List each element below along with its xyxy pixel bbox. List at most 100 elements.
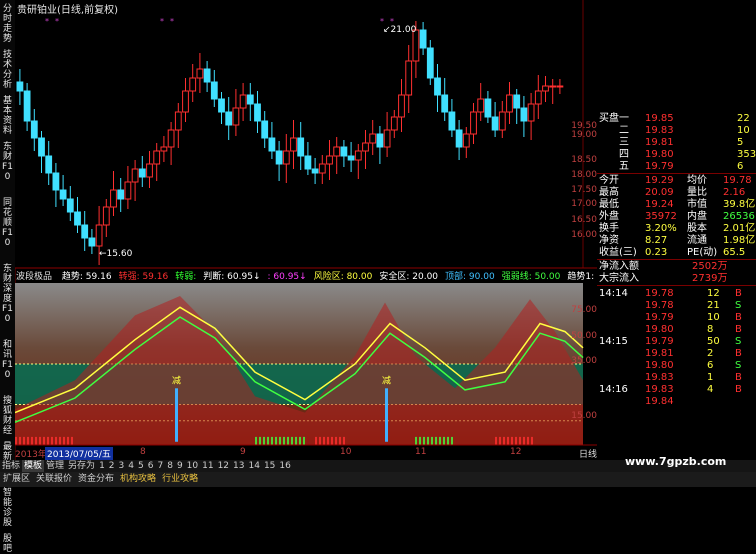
tab-5[interactable]: 1 xyxy=(97,460,107,472)
left-tab-1[interactable]: 分时走势 xyxy=(1,4,14,44)
tab-11[interactable]: 7 xyxy=(155,460,165,472)
stat-label: 外盘 xyxy=(599,211,619,222)
bottom-tab-2[interactable]: 关联报价 xyxy=(33,472,75,487)
left-tab-4[interactable]: 东财F10 xyxy=(1,142,14,182)
tick-price: 19.78 xyxy=(645,288,674,299)
tab-12[interactable]: 8 xyxy=(165,460,175,472)
volume-stick xyxy=(291,436,293,445)
tab-8[interactable]: 4 xyxy=(126,460,136,472)
indicator-chart: 减 减 75.00 50.00 35.00 15.00 xyxy=(15,283,597,446)
stat-value: 65.5 xyxy=(723,247,746,258)
quote-row: 收益(三) 0.23 PE(动) 65.5 xyxy=(597,247,756,259)
volume-stick xyxy=(447,436,449,445)
volume-stick xyxy=(319,436,321,445)
quote-row: 14:16 19.83 4 B xyxy=(597,384,756,396)
tab-19[interactable]: 15 xyxy=(262,460,277,472)
indicator-value-3: 转弱: xyxy=(175,272,197,282)
tab-4[interactable]: 另存为 xyxy=(66,460,97,472)
indicator-value-1: 趋势: 59.16 xyxy=(61,272,112,282)
month-label: 11 xyxy=(415,447,427,457)
date-axis: 2013年 2013/07/05/五 日线 8 9 10 11 12 xyxy=(15,447,597,460)
left-tab-2[interactable]: 技术分析 xyxy=(1,50,14,90)
candle-body xyxy=(117,189,125,200)
event-marker: * xyxy=(380,17,384,26)
volume-stick xyxy=(495,436,497,445)
left-tab-5[interactable]: 同花顺F10 xyxy=(1,198,14,248)
volume-stick xyxy=(283,436,285,445)
indicator-name[interactable]: 波段极品 xyxy=(16,272,52,282)
quote-row: 今开 19.29 均价 19.78 xyxy=(597,175,756,187)
tab-13[interactable]: 9 xyxy=(175,460,185,472)
tab-17[interactable]: 13 xyxy=(231,460,246,472)
bottom-tab-1[interactable]: 扩展区 xyxy=(0,472,33,487)
candle-body xyxy=(88,237,96,247)
tick-price: 19.83 xyxy=(645,384,674,395)
quote-row: 净资 8.27 流通 1.98亿 xyxy=(597,235,756,247)
signal-label: 减 xyxy=(382,374,391,386)
tab-2[interactable]: 模板 xyxy=(22,460,45,472)
tab-15[interactable]: 11 xyxy=(200,460,215,472)
tick-time: 14:14 xyxy=(599,288,628,299)
volume-stick xyxy=(299,436,301,445)
candle-body xyxy=(405,60,413,96)
tab-18[interactable]: 14 xyxy=(246,460,261,472)
bottom-tab-5[interactable]: 行业攻略 xyxy=(159,472,201,487)
month-label: 8 xyxy=(140,447,146,457)
bottom-tab-4[interactable]: 机构攻略 xyxy=(117,472,159,487)
candle-body xyxy=(462,133,470,148)
tab-10[interactable]: 6 xyxy=(146,460,156,472)
price-tick: 17.50 xyxy=(571,185,597,195)
bottom-tab-3[interactable]: 资金分布 xyxy=(75,472,117,487)
tab-16[interactable]: 12 xyxy=(216,460,231,472)
left-tab-10[interactable]: 智能诊股 xyxy=(1,488,14,528)
candle-body xyxy=(470,111,477,135)
tick-price: 19.79 xyxy=(645,312,674,323)
candle-body xyxy=(520,107,528,122)
tab-6[interactable]: 2 xyxy=(107,460,117,472)
candle-body xyxy=(196,68,204,79)
separator xyxy=(597,259,756,260)
volume-stick xyxy=(335,436,337,445)
tick-time: 14:15 xyxy=(599,336,628,347)
tab-7[interactable]: 3 xyxy=(117,460,127,472)
candle-body xyxy=(66,198,74,213)
tab-14[interactable]: 10 xyxy=(185,460,200,472)
candle-body xyxy=(275,150,283,165)
left-tab-3[interactable]: 基本资料 xyxy=(1,96,14,136)
separator xyxy=(597,173,756,174)
volume-stick xyxy=(415,436,417,445)
left-tab-11[interactable]: 股吧 xyxy=(1,534,14,554)
tick-price: 19.81 xyxy=(645,348,674,359)
indicator-value-8: 顶部: 90.00 xyxy=(445,272,495,282)
volume-stick xyxy=(327,436,329,445)
candle-body xyxy=(506,94,513,113)
tab-9[interactable]: 5 xyxy=(136,460,146,472)
candle-body xyxy=(282,150,290,165)
volume-stick xyxy=(263,436,265,445)
candle-body xyxy=(210,81,218,100)
left-tab-8[interactable]: 搜狐财经 xyxy=(1,396,14,436)
stat-label: 均价 xyxy=(687,175,707,186)
stat-label: 换手 xyxy=(599,223,619,234)
left-tab-7[interactable]: 和讯F10 xyxy=(1,340,14,380)
candle-body xyxy=(318,163,326,174)
period-label[interactable]: 日线 xyxy=(579,447,597,460)
bid-row: 五 19.79 6 xyxy=(597,161,756,173)
volume-stick xyxy=(303,436,305,445)
tick-direction: B xyxy=(735,324,742,335)
candle-body xyxy=(398,94,405,118)
quote-row: 14:15 19.79 50 S xyxy=(597,336,756,348)
candle-body xyxy=(153,150,161,165)
left-tab-6[interactable]: 东财深度F10 xyxy=(1,264,14,324)
tick-direction: B xyxy=(735,348,742,359)
year-label: 2013年 xyxy=(15,450,47,460)
tab-3[interactable]: 管理 xyxy=(44,460,66,472)
bid-level: 二 xyxy=(619,125,629,136)
volume-stick xyxy=(503,436,505,445)
bid-price: 19.81 xyxy=(645,137,674,148)
tab-1[interactable]: 指标 xyxy=(0,460,22,472)
stat-value: 8.27 xyxy=(645,235,668,246)
quote-row: 19.80 8 B xyxy=(597,324,756,336)
tab-20[interactable]: 16 xyxy=(277,460,292,472)
volume-stick xyxy=(287,436,289,445)
